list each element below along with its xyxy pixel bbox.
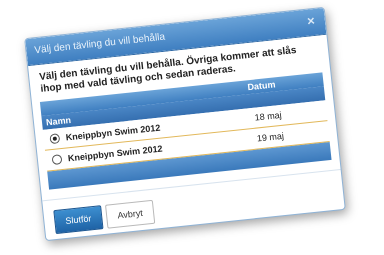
competition-date: 18 maj (254, 109, 283, 123)
page: Välj den tävling du vill behålla × Välj … (0, 0, 384, 255)
competition-name: Kneippbyn Swim 2012 (67, 143, 163, 164)
dialog-title: Välj den tävling du vill behålla (33, 31, 166, 57)
radio-button[interactable] (51, 154, 63, 166)
cancel-button[interactable]: Avbryt (105, 199, 156, 229)
merge-competition-dialog: Välj den tävling du vill behålla × Välj … (24, 6, 346, 242)
finish-button[interactable]: Slutför (53, 205, 104, 235)
competition-date: 19 maj (256, 130, 285, 144)
column-header-name[interactable]: Namn (46, 115, 72, 128)
close-icon[interactable]: × (302, 12, 320, 30)
radio-button-selected[interactable] (49, 133, 61, 145)
column-header-date[interactable]: Datum (247, 79, 276, 92)
